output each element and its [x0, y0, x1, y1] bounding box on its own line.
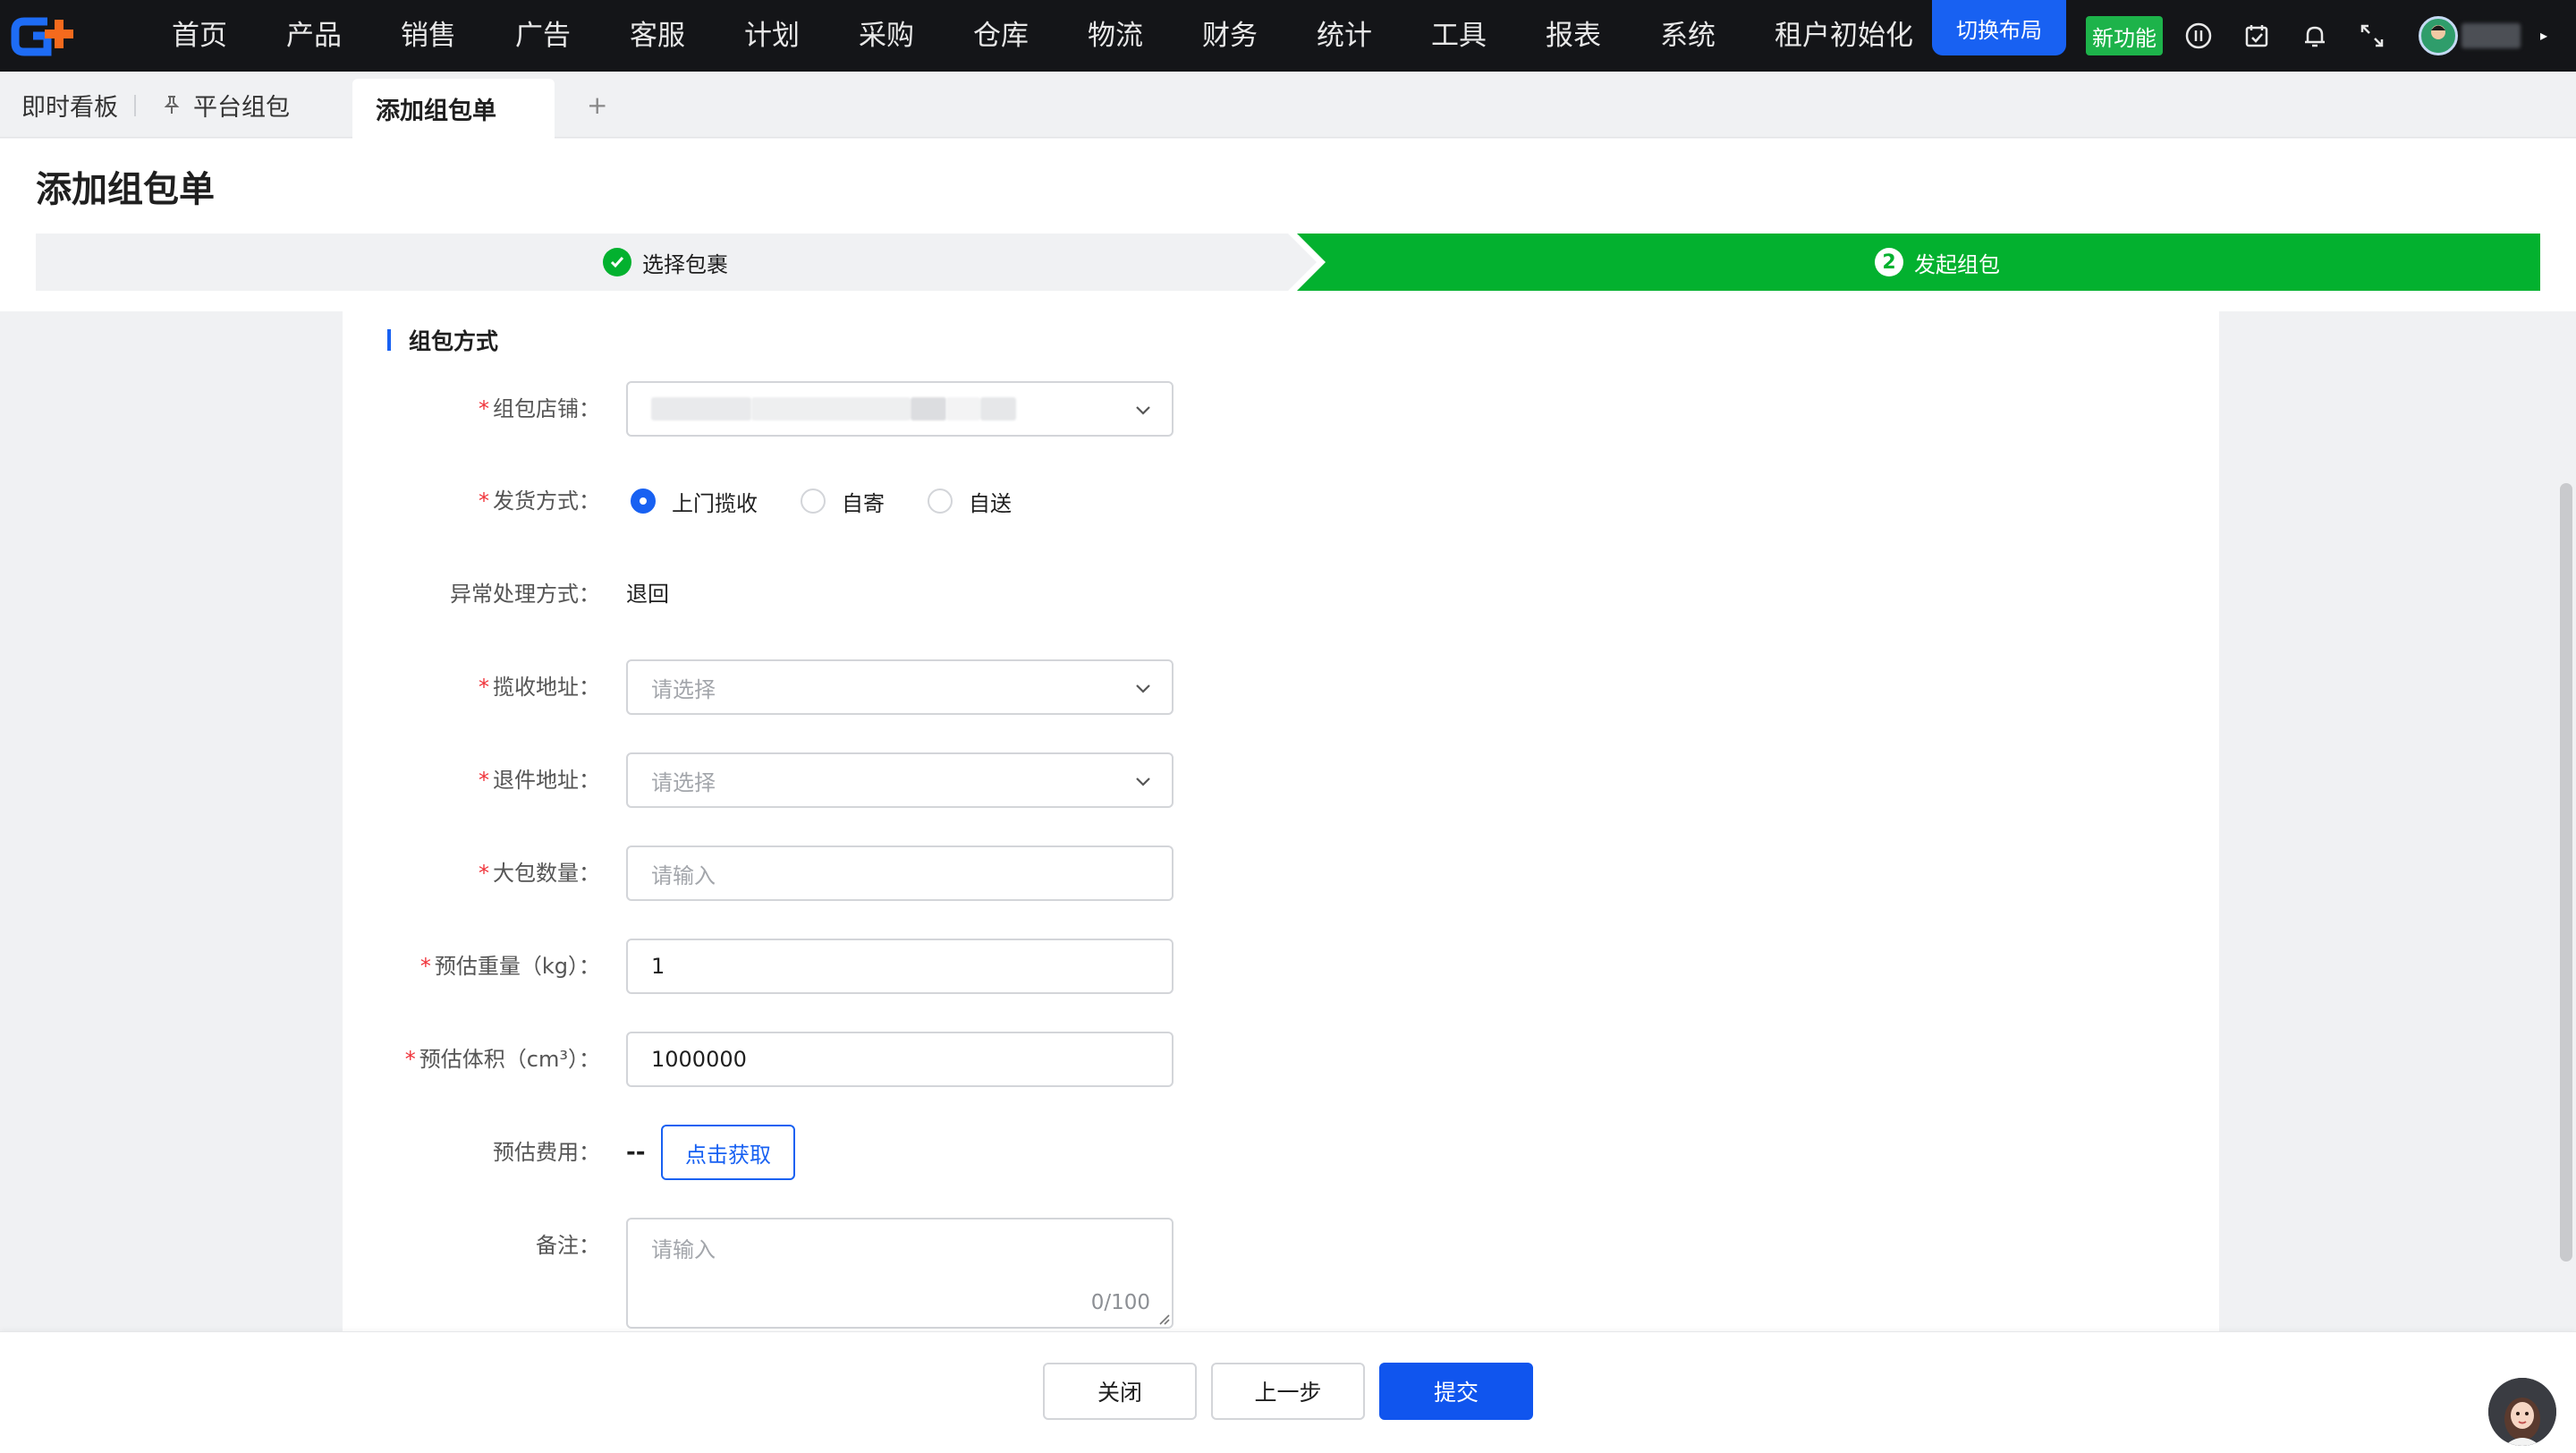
form-row-pickup-address: * 揽收地址： 请选择	[343, 659, 1237, 715]
caret-right-icon[interactable]: ▸	[2540, 27, 2547, 44]
page-header: 添加组包单 选择包裹 2 发起组包	[0, 139, 2576, 311]
nav-system[interactable]: 系统	[1631, 0, 1745, 72]
user-name-redacted[interactable]	[2462, 23, 2521, 48]
exception-value: 退回	[626, 582, 669, 607]
store-label: * 组包店铺：	[479, 396, 600, 421]
form-row-ship-method: * 发货方式： 上门揽收 自寄 自送	[343, 473, 1237, 529]
remark-textarea[interactable]: 请输入 0/100	[626, 1218, 1174, 1329]
volume-label: * 预估体积（cm³）：	[404, 1047, 600, 1072]
exception-label: 异常处理方式：	[450, 582, 600, 607]
form-row-return-address: * 退件地址： 请选择	[343, 752, 1237, 808]
step-create-pack: 2 发起组包	[1875, 234, 2000, 291]
prev-step-button[interactable]: 上一步	[1211, 1363, 1365, 1420]
radio-checked-icon	[631, 489, 656, 514]
tab-label: 平台组包	[193, 93, 290, 122]
ship-method-label: * 发货方式：	[479, 489, 600, 514]
nav-warehouse[interactable]: 仓库	[944, 0, 1058, 72]
page-scrollbar[interactable]	[2560, 483, 2572, 1262]
nav-finance[interactable]: 财务	[1173, 0, 1287, 72]
step-label: 选择包裹	[642, 251, 728, 277]
check-circle-icon	[603, 248, 631, 276]
pack-count-input[interactable]: 请输入	[626, 845, 1174, 901]
pickup-address-select[interactable]: 请选择	[626, 659, 1174, 715]
tab-dashboard[interactable]: 即时看板	[21, 72, 118, 138]
step-indicator: 选择包裹 2 发起组包	[36, 234, 2540, 291]
tab-add-pack-order[interactable]: 添加组包单	[352, 79, 555, 139]
fetch-fee-button[interactable]: 点击获取	[661, 1125, 795, 1180]
dashboard-icon[interactable]	[2182, 20, 2215, 52]
new-feature-button[interactable]: 新功能	[2086, 16, 2163, 55]
nav-reports[interactable]: 报表	[1516, 0, 1631, 72]
tab-platform-pack[interactable]: 平台组包	[163, 72, 290, 138]
nav-product[interactable]: 产品	[257, 0, 371, 72]
switch-layout-button[interactable]: 切换布局	[1932, 0, 2066, 55]
resize-handle-icon[interactable]	[1157, 1313, 1170, 1325]
remark-label: 备注：	[536, 1233, 600, 1258]
form-row-remark: 备注： 请输入 0/100	[343, 1218, 1237, 1329]
fullscreen-icon[interactable]	[2356, 20, 2388, 52]
fee-label: 预估费用：	[493, 1140, 600, 1165]
form-row-fee: 预估费用： -- 点击获取	[343, 1125, 1237, 1180]
main-nav: 首页 产品 销售 广告 客服 计划 采购 仓库 物流 财务 统计 工具 报表 系…	[98, 0, 1943, 72]
page-title: 添加组包单	[36, 169, 215, 210]
return-address-select[interactable]: 请选择	[626, 752, 1174, 808]
volume-input[interactable]: 1000000	[626, 1032, 1174, 1087]
submit-button[interactable]: 提交	[1379, 1363, 1533, 1420]
store-select[interactable]	[626, 381, 1174, 437]
nav-sales[interactable]: 销售	[371, 0, 486, 72]
action-bar: 关闭 上一步 提交	[0, 1331, 2576, 1453]
nav-home[interactable]: 首页	[98, 0, 257, 72]
form-row-exception: 异常处理方式： 退回	[343, 566, 1237, 622]
form-row-weight: * 预估重量（kg）： 1	[343, 939, 1237, 994]
nav-service[interactable]: 客服	[600, 0, 715, 72]
nav-purchase[interactable]: 采购	[829, 0, 944, 72]
assistant-avatar[interactable]	[2488, 1378, 2556, 1446]
chevron-down-icon	[1136, 684, 1150, 693]
steps-background	[36, 234, 2540, 291]
pin-icon[interactable]	[163, 95, 181, 115]
radio-self-deliver[interactable]: 自送	[928, 486, 1012, 517]
tab-bar: 即时看板 平台组包 添加组包单 +	[0, 72, 2576, 139]
assistant-face-icon	[2488, 1378, 2556, 1446]
calendar-check-icon[interactable]	[2241, 20, 2273, 52]
pickup-address-label: * 揽收地址：	[479, 675, 600, 700]
add-tab-button[interactable]: +	[587, 72, 607, 138]
nav-ads[interactable]: 广告	[486, 0, 600, 72]
chevron-down-icon	[1136, 777, 1150, 786]
section-title: 组包方式	[387, 324, 498, 356]
fee-value: --	[626, 1139, 646, 1166]
pack-count-label: * 大包数量：	[479, 861, 600, 886]
nav-statistics[interactable]: 统计	[1287, 0, 1402, 72]
step-number-badge: 2	[1875, 248, 1903, 276]
radio-unchecked-icon	[801, 489, 826, 514]
redacted-store-name	[651, 397, 751, 421]
form-row-pack-count: * 大包数量： 请输入	[343, 845, 1237, 901]
form-row-volume: * 预估体积（cm³）： 1000000	[343, 1032, 1237, 1087]
brand-logo[interactable]	[0, 0, 98, 72]
ship-method-radio-group: 上门揽收 自寄 自送	[631, 473, 1055, 529]
nav-logistics[interactable]: 物流	[1058, 0, 1173, 72]
nav-tenant-init[interactable]: 租户初始化	[1745, 0, 1943, 72]
nav-plan[interactable]: 计划	[715, 0, 829, 72]
bell-icon[interactable]	[2299, 20, 2331, 52]
top-navbar: 首页 产品 销售 广告 客服 计划 采购 仓库 物流 财务 统计 工具 报表 系…	[0, 0, 2576, 72]
user-avatar[interactable]	[2419, 16, 2458, 55]
step-label: 发起组包	[1914, 251, 2000, 277]
char-counter: 0/100	[1090, 1291, 1150, 1314]
step-select-parcel: 选择包裹	[603, 234, 728, 291]
chevron-down-icon	[1136, 406, 1150, 415]
radio-unchecked-icon	[928, 489, 953, 514]
nav-tools[interactable]: 工具	[1402, 0, 1516, 72]
form-panel: 组包方式 * 组包店铺： * 发货方式： 上门揽收 自寄 自送 异常处理方式： 退回…	[343, 311, 2219, 1331]
return-address-label: * 退件地址：	[479, 768, 600, 793]
radio-door-pickup[interactable]: 上门揽收	[631, 486, 758, 517]
tab-divider	[134, 95, 136, 116]
weight-input[interactable]: 1	[626, 939, 1174, 994]
weight-label: * 预估重量（kg）：	[419, 954, 600, 979]
logo-icon	[11, 17, 73, 56]
form-row-store: * 组包店铺：	[343, 381, 1237, 437]
radio-self-mail[interactable]: 自寄	[801, 486, 885, 517]
close-button[interactable]: 关闭	[1043, 1363, 1197, 1420]
